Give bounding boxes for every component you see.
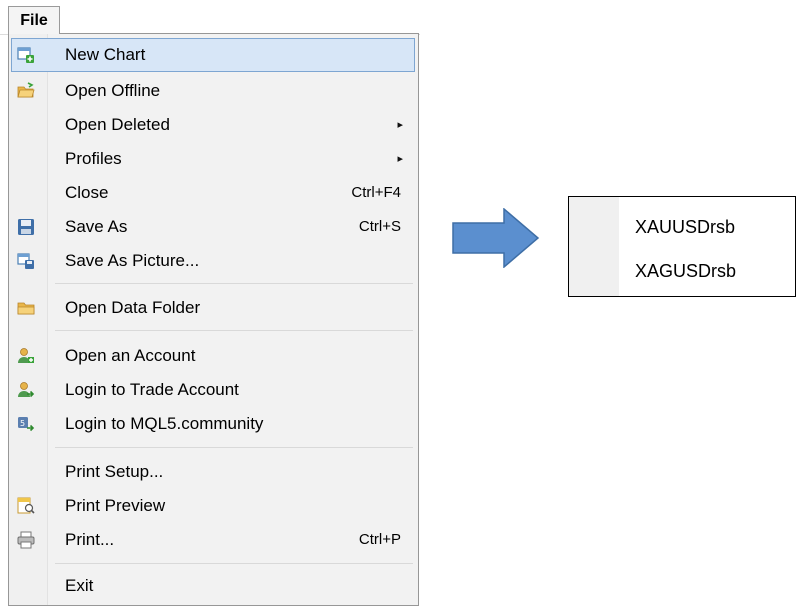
menu-item-label: Open Deleted <box>65 115 170 134</box>
menu-item-login-trade-account[interactable]: Login to Trade Account <box>11 373 415 407</box>
menu-item-label: Save As <box>65 217 128 236</box>
menu-item-label: Print Setup... <box>65 462 164 481</box>
user-login-icon <box>18 382 35 398</box>
menu-item-label: Close <box>65 183 109 202</box>
menu-item-label: Open Offline <box>65 81 161 100</box>
menu-item-label: Save As Picture... <box>65 251 200 270</box>
symbol-item-xagusdrsb[interactable]: XAGUSDrsb <box>635 261 736 282</box>
menu-item-print-preview[interactable]: Print Preview <box>11 489 415 523</box>
menu-item-print[interactable]: Print... Ctrl+P <box>11 523 415 557</box>
menu-separator <box>55 447 413 448</box>
menu-item-save-as[interactable]: Save As Ctrl+S <box>11 210 415 244</box>
menu-item-profiles[interactable]: Profiles ▸ <box>11 142 415 176</box>
folder-icon <box>17 302 35 315</box>
symbol-list-menu: XAUUSDrsb XAGUSDrsb <box>568 196 796 297</box>
new-chart-icon <box>17 47 34 63</box>
menu-item-open-deleted[interactable]: Open Deleted ▸ <box>11 108 415 142</box>
menu-separator <box>55 283 413 284</box>
menu-item-open-offline[interactable]: Open Offline <box>11 74 415 108</box>
menu-item-open-account[interactable]: Open an Account <box>11 339 415 373</box>
save-picture-icon <box>17 253 34 269</box>
menu-item-label: Print Preview <box>65 496 166 515</box>
menu-item-save-as-picture[interactable]: Save As Picture... <box>11 244 415 278</box>
file-dropdown-menu: New Chart Open Offline Open Deleted ▸ Pr… <box>8 33 419 606</box>
menu-separator <box>55 330 413 331</box>
menu-item-close[interactable]: Close Ctrl+F4 <box>11 176 415 210</box>
menu-item-new-chart[interactable]: New Chart <box>11 38 415 72</box>
svg-text:5: 5 <box>20 419 25 428</box>
menu-bar: File <box>0 0 420 35</box>
floppy-disk-icon <box>18 219 34 235</box>
menu-item-open-data-folder[interactable]: Open Data Folder <box>11 291 415 325</box>
right-arrow-icon <box>452 208 540 268</box>
menu-item-shortcut: Ctrl+P <box>358 531 401 548</box>
menu-item-exit[interactable]: Exit <box>11 569 415 603</box>
menu-item-label: Exit <box>65 576 94 595</box>
symbol-list-gutter <box>569 197 619 296</box>
menu-separator <box>55 563 413 564</box>
menu-item-label: Open an Account <box>65 346 196 365</box>
open-folder-icon <box>17 82 35 98</box>
menu-item-shortcut: Ctrl+F4 <box>351 184 401 201</box>
menu-item-login-mql5[interactable]: 5 Login to MQL5.community <box>11 407 415 441</box>
menu-item-label: New Chart <box>65 45 146 64</box>
file-menu-tab[interactable]: File <box>8 6 60 34</box>
menu-item-label: Login to MQL5.community <box>65 414 264 433</box>
printer-icon <box>17 531 35 549</box>
mql5-login-icon: 5 <box>18 417 35 432</box>
menu-item-label: Profiles <box>65 149 122 168</box>
submenu-arrow-icon: ▸ <box>397 153 403 165</box>
user-add-icon <box>18 348 34 363</box>
menu-item-label: Open Data Folder <box>65 298 201 317</box>
print-preview-icon <box>17 497 35 514</box>
menu-item-label: Print... <box>65 530 115 549</box>
menu-item-label: Login to Trade Account <box>65 380 239 399</box>
symbol-item-xauusdrsb[interactable]: XAUUSDrsb <box>635 217 735 238</box>
submenu-arrow-icon: ▸ <box>397 119 403 131</box>
menu-item-print-setup[interactable]: Print Setup... <box>11 455 415 489</box>
menu-item-shortcut: Ctrl+S <box>358 218 401 235</box>
